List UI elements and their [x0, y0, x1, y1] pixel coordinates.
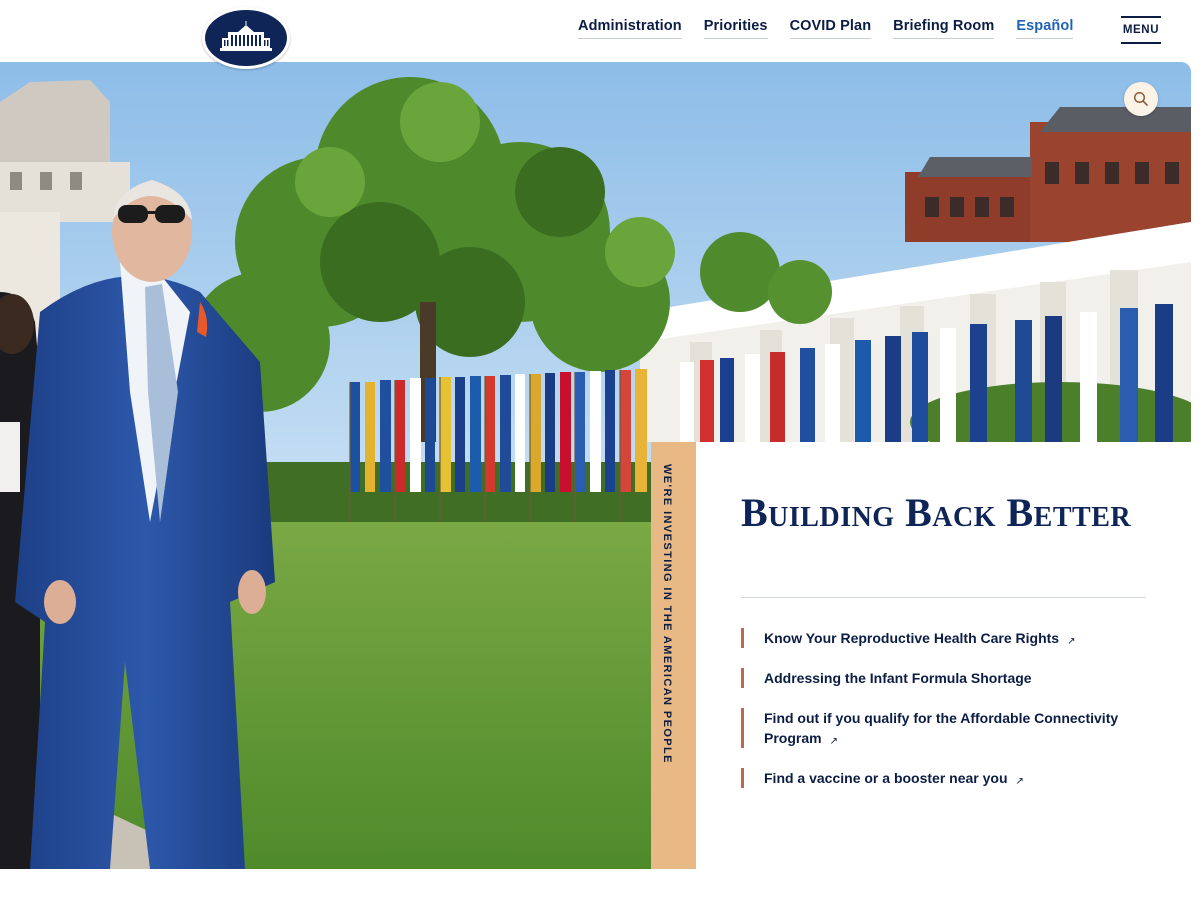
menu-label: MENU	[1122, 24, 1160, 36]
hero-link-affordable-connectivity[interactable]: Find out if you qualify for the Affordab…	[741, 708, 1146, 748]
link-label: Addressing the Infant Formula Shortage	[764, 670, 1032, 686]
white-house-logo[interactable]	[202, 7, 290, 69]
external-link-icon: ↗	[1067, 636, 1076, 647]
title-divider	[741, 597, 1146, 598]
hero-link-reproductive-rights[interactable]: Know Your Reproductive Health Care Right…	[741, 628, 1146, 648]
hero-link-vaccine-booster[interactable]: Find a vaccine or a booster near you ↗	[741, 768, 1146, 788]
hero-links-list: Know Your Reproductive Health Care Right…	[741, 628, 1146, 808]
nav-item-covid-plan[interactable]: COVID Plan	[789, 18, 872, 39]
nav-item-briefing-room[interactable]: Briefing Room	[893, 18, 995, 39]
site-header: Administration Priorities COVID Plan Bri…	[0, 0, 1200, 69]
menu-underline	[1121, 42, 1161, 44]
hero-tag-text: We're investing in the American people	[661, 464, 673, 764]
white-house-seal-icon	[220, 21, 272, 51]
external-link-icon: ↗	[829, 736, 838, 747]
search-icon	[1133, 91, 1148, 106]
external-link-icon: ↗	[1015, 776, 1024, 787]
link-label: Know Your Reproductive Health Care Right…	[764, 630, 1060, 646]
hero-title: Building Back Better	[741, 490, 1132, 535]
hero-tag-strip: We're investing in the American people	[651, 442, 696, 869]
hero-link-infant-formula[interactable]: Addressing the Infant Formula Shortage	[741, 668, 1146, 688]
link-label: Find out if you qualify for the Affordab…	[764, 710, 1119, 746]
search-button[interactable]	[1124, 82, 1158, 116]
nav-item-espanol[interactable]: Español	[1016, 18, 1074, 39]
nav-item-administration[interactable]: Administration	[578, 18, 682, 39]
primary-nav: Administration Priorities COVID Plan Bri…	[578, 18, 1074, 39]
hero-content-panel: Building Back Better Know Your Reproduct…	[696, 442, 1191, 869]
menu-button[interactable]: MENU	[1121, 16, 1161, 44]
hamburger-menu-icon	[1121, 16, 1161, 18]
link-label: Find a vaccine or a booster near you	[764, 770, 1008, 786]
nav-item-priorities[interactable]: Priorities	[703, 18, 768, 39]
